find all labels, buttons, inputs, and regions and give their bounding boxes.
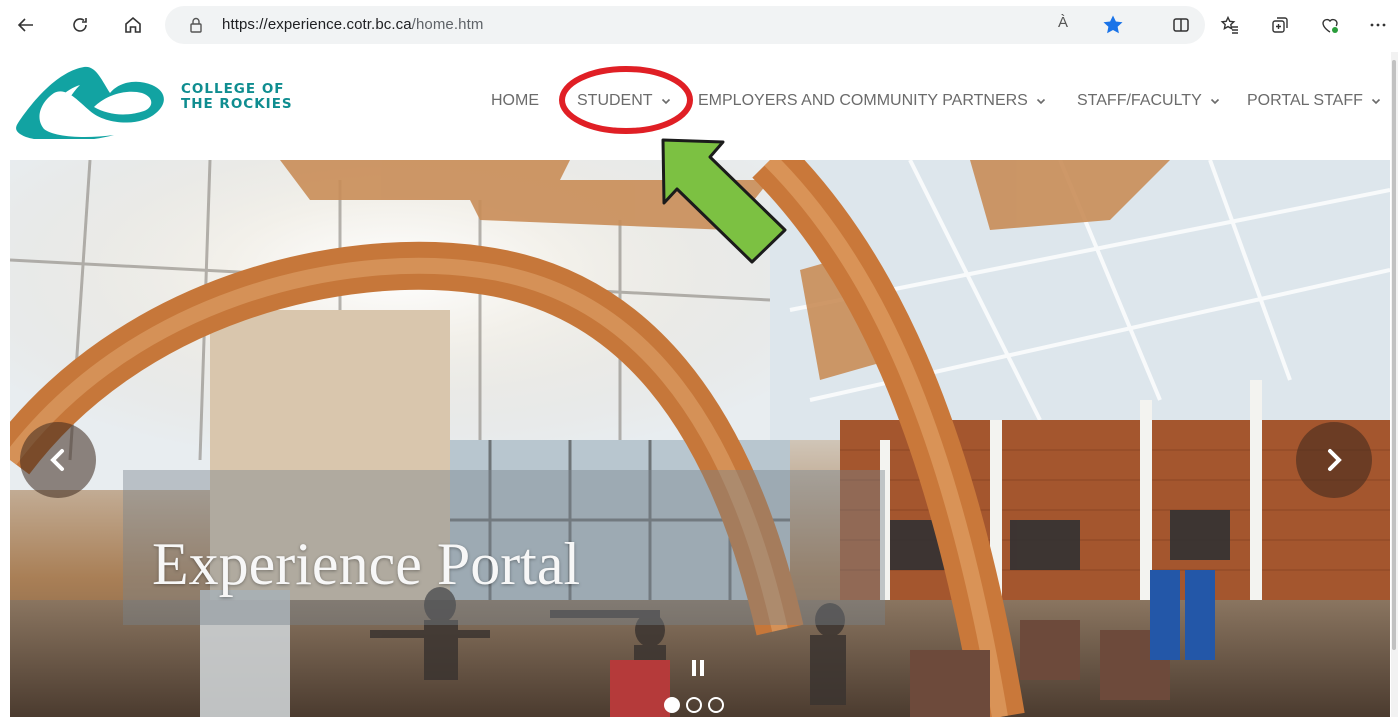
chevron-down-icon	[1372, 98, 1381, 105]
chevron-left-icon	[50, 449, 64, 471]
college-name-line1: COLLEGE OF	[181, 81, 285, 97]
site-header: COLLEGE OF THE ROCKIES HOME STUDENT EMPL…	[0, 52, 1398, 160]
favorites-icon	[1220, 15, 1238, 34]
hero-image	[10, 160, 1390, 717]
college-name-line2: THE ROCKIES	[181, 96, 293, 112]
carousel-prev-button[interactable]	[20, 422, 96, 498]
page-scrollbar-thumb[interactable]	[1392, 60, 1396, 650]
extensions-icon	[1322, 18, 1338, 33]
split-screen-button[interactable]	[1165, 9, 1197, 41]
nav-item-home[interactable]: HOME	[491, 92, 539, 110]
nav-label: STUDENT	[577, 92, 653, 109]
chevron-down-icon	[1037, 98, 1046, 105]
nav-label: STAFF/FACULTY	[1077, 92, 1202, 109]
nav-label: HOME	[491, 92, 539, 109]
hero-carousel[interactable]: Experience Portal	[10, 160, 1390, 717]
nav-item-employers[interactable]: EMPLOYERS AND COMMUNITY PARTNERS	[698, 92, 1046, 110]
carousel-dot-3[interactable]	[708, 697, 724, 713]
lock-icon[interactable]	[187, 16, 205, 34]
address-bar[interactable]: https://experience.cotr.bc.ca/home.htm A…	[165, 6, 1205, 44]
refresh-icon	[73, 18, 87, 32]
nav-item-staff-faculty[interactable]: STAFF/FACULTY	[1077, 92, 1220, 110]
back-button[interactable]	[10, 9, 42, 41]
pause-icon[interactable]	[688, 658, 708, 678]
collections-button[interactable]	[1264, 9, 1296, 41]
carousel-next-button[interactable]	[1296, 422, 1372, 498]
collections-icon	[1272, 17, 1288, 33]
favorites-button[interactable]	[1214, 9, 1246, 41]
college-name[interactable]: COLLEGE OF THE ROCKIES	[181, 82, 293, 112]
url-path: /home.htm	[411, 16, 484, 33]
url-text[interactable]: https://experience.cotr.bc.ca/home.htm	[222, 16, 483, 33]
college-logo-icon[interactable]	[14, 59, 174, 139]
chevron-right-icon	[1328, 449, 1342, 471]
refresh-button[interactable]	[64, 9, 96, 41]
back-icon	[17, 18, 33, 32]
nav-item-portal-staff[interactable]: PORTAL STAFF	[1247, 92, 1381, 110]
carousel-dot-2[interactable]	[686, 697, 702, 713]
read-aloud-icon[interactable]: À	[1058, 14, 1068, 31]
more-icon	[1370, 23, 1386, 27]
nav-label: PORTAL STAFF	[1247, 92, 1363, 109]
carousel-dot-1[interactable]	[664, 697, 680, 713]
hero-caption: Experience Portal	[152, 531, 581, 597]
favorite-star-icon[interactable]	[1101, 13, 1125, 37]
home-icon	[125, 16, 141, 33]
browser-toolbar: https://experience.cotr.bc.ca/home.htm A…	[0, 0, 1398, 52]
url-host: https://experience.cotr.bc.ca	[222, 16, 412, 33]
extensions-button[interactable]	[1314, 9, 1346, 41]
nav-item-student[interactable]: STUDENT	[577, 92, 671, 110]
split-screen-icon	[1173, 18, 1189, 32]
more-button[interactable]	[1362, 9, 1394, 41]
nav-label: EMPLOYERS AND COMMUNITY PARTNERS	[698, 92, 1028, 109]
home-button[interactable]	[117, 9, 149, 41]
chevron-down-icon	[1210, 98, 1219, 105]
chevron-down-icon	[661, 98, 670, 105]
